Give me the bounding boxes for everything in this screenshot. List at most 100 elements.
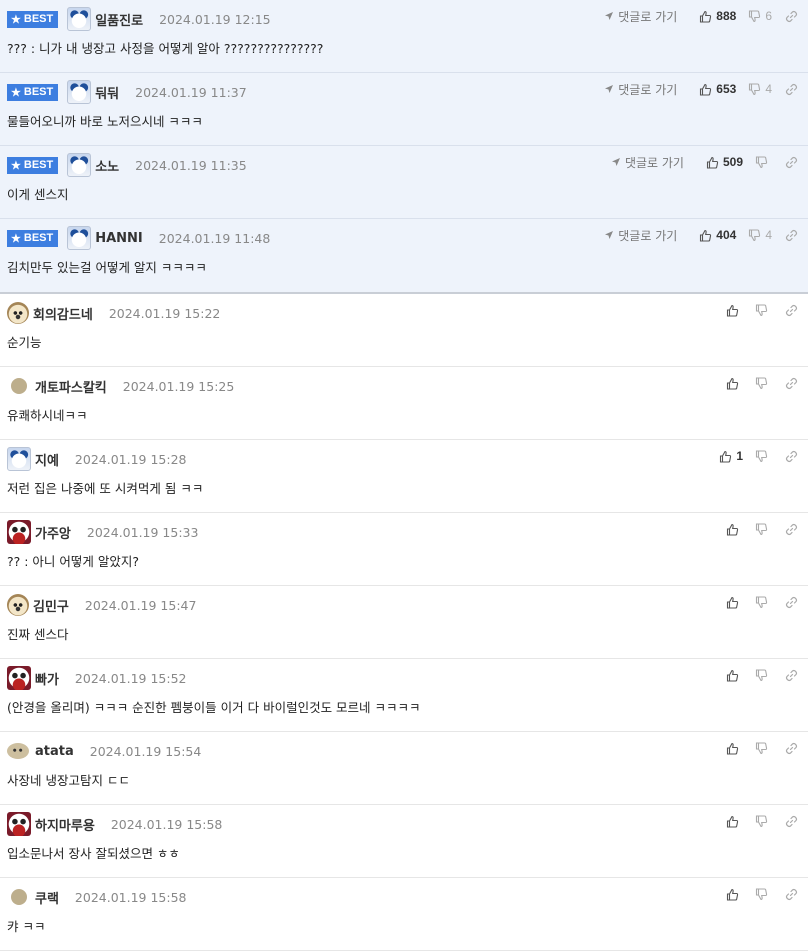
- comment-actions: 댓글로 가기 509: [611, 152, 798, 172]
- link-icon[interactable]: [785, 229, 798, 242]
- upvote-button[interactable]: [726, 888, 743, 901]
- downvote-button[interactable]: 4: [748, 228, 772, 242]
- avatar[interactable]: [7, 447, 31, 471]
- upvote-button[interactable]: 888: [699, 9, 736, 23]
- go-to-reply-label: 댓글로 가기: [624, 155, 684, 170]
- downvote-button[interactable]: [755, 449, 772, 463]
- upvote-button[interactable]: [726, 377, 743, 390]
- comment-text: 저런 집은 나중에 또 시켜먹게 됨 ㅋㅋ: [7, 481, 204, 496]
- downvote-count: 4: [765, 228, 772, 242]
- go-to-reply-link[interactable]: 댓글로 가기: [611, 154, 684, 171]
- downvote-button[interactable]: [755, 595, 772, 609]
- avatar[interactable]: [67, 153, 92, 177]
- thumbs-down-icon: [755, 155, 768, 168]
- upvote-button[interactable]: [726, 669, 743, 682]
- comment-actions: [714, 665, 798, 685]
- comment-date: 2024.01.19 11:48: [158, 230, 271, 246]
- avatar[interactable]: [7, 594, 29, 616]
- link-icon[interactable]: [785, 888, 798, 901]
- nickname[interactable]: 일품진로: [95, 10, 143, 29]
- link-icon[interactable]: [785, 304, 798, 317]
- thumbs-up-icon: [726, 596, 739, 609]
- avatar[interactable]: [7, 520, 31, 544]
- best-badge: ★ BEST: [7, 83, 59, 101]
- downvote-button[interactable]: [755, 887, 772, 901]
- comment-date: 2024.01.19 15:28: [74, 451, 187, 467]
- thumbs-down-icon: [755, 303, 768, 316]
- downvote-button[interactable]: [755, 741, 772, 755]
- avatar[interactable]: [67, 7, 92, 31]
- go-to-reply-link[interactable]: 댓글로 가기: [604, 227, 677, 244]
- link-icon[interactable]: [785, 742, 798, 755]
- upvote-button[interactable]: [726, 596, 743, 609]
- upvote-button[interactable]: 653: [699, 82, 736, 96]
- comment-text: 입소문나서 장사 잘되셨으면 ㅎㅎ: [7, 846, 180, 861]
- downvote-button[interactable]: [755, 668, 772, 682]
- avatar[interactable]: [11, 889, 27, 905]
- nickname[interactable]: 가주앙: [35, 523, 71, 542]
- comment-date: 2024.01.19 11:37: [135, 84, 247, 100]
- nickname[interactable]: 하지마루용: [35, 815, 95, 834]
- avatar[interactable]: [7, 743, 29, 759]
- nickname[interactable]: 빠가: [35, 669, 59, 688]
- link-icon[interactable]: [785, 815, 798, 828]
- thumbs-down-icon: [755, 449, 768, 462]
- comment-meta: ★ BEST HANNI 2024.01.19 11:48: [7, 226, 271, 250]
- nickname[interactable]: 회의감드네: [33, 304, 93, 323]
- downvote-button[interactable]: [755, 522, 772, 536]
- downvote-button[interactable]: [755, 303, 772, 317]
- best-badge: ★ BEST: [7, 156, 59, 174]
- comment-actions: [714, 519, 798, 539]
- comment-date: 2024.01.19 15:33: [86, 524, 199, 540]
- comment-item: ★ BEST 일품진로 2024.01.19 12:15 ??? : 니가 내 냉…: [0, 0, 808, 73]
- downvote-button[interactable]: [755, 376, 772, 390]
- downvote-button[interactable]: 6: [748, 9, 772, 23]
- avatar[interactable]: [67, 226, 92, 250]
- upvote-button[interactable]: [726, 815, 743, 828]
- send-arrow-icon: [605, 12, 614, 20]
- upvote-count: 404: [716, 228, 737, 242]
- downvote-button[interactable]: 4: [748, 82, 772, 96]
- upvote-button[interactable]: 509: [706, 155, 743, 169]
- nickname[interactable]: 김민구: [33, 596, 69, 615]
- comment-actions: 1: [707, 446, 798, 466]
- link-icon[interactable]: [785, 10, 798, 23]
- nickname[interactable]: HANNI: [95, 231, 143, 246]
- upvote-button[interactable]: 1: [719, 449, 743, 463]
- nickname[interactable]: 개토파스칼킥: [35, 377, 107, 396]
- nickname[interactable]: 쿠랙: [35, 888, 59, 907]
- link-icon[interactable]: [785, 156, 798, 169]
- thumbs-up-icon: [726, 523, 739, 536]
- link-icon[interactable]: [785, 669, 798, 682]
- comment-meta: 가주앙 2024.01.19 15:33: [7, 520, 199, 544]
- avatar[interactable]: [67, 80, 92, 104]
- upvote-button[interactable]: [726, 304, 743, 317]
- link-icon[interactable]: [785, 596, 798, 609]
- avatar[interactable]: [7, 666, 31, 690]
- star-icon: ★: [11, 232, 21, 245]
- link-icon[interactable]: [785, 450, 798, 463]
- downvote-button[interactable]: [755, 814, 772, 828]
- thumbs-down-icon: [755, 668, 768, 681]
- go-to-reply-link[interactable]: 댓글로 가기: [604, 81, 677, 98]
- comment-meta: atata 2024.01.19 15:54: [7, 741, 201, 761]
- nickname[interactable]: 소노: [95, 156, 119, 175]
- go-to-reply-link[interactable]: 댓글로 가기: [604, 8, 677, 25]
- avatar[interactable]: [11, 378, 27, 394]
- nickname[interactable]: 지예: [35, 450, 59, 469]
- upvote-button[interactable]: 404: [699, 228, 736, 242]
- link-icon[interactable]: [785, 523, 798, 536]
- best-badge: ★ BEST: [7, 10, 59, 28]
- upvote-button[interactable]: [726, 523, 743, 536]
- comment-text: 김치만두 있는걸 어떻게 알지 ㅋㅋㅋㅋ: [7, 260, 207, 275]
- downvote-count: 4: [765, 82, 772, 96]
- link-icon[interactable]: [785, 83, 798, 96]
- nickname[interactable]: 둬둬: [95, 83, 119, 102]
- avatar[interactable]: [7, 302, 29, 324]
- avatar[interactable]: [7, 812, 31, 836]
- link-icon[interactable]: [785, 377, 798, 390]
- nickname[interactable]: atata: [35, 744, 74, 759]
- upvote-button[interactable]: [726, 742, 743, 755]
- comment-meta: 김민구 2024.01.19 15:47: [7, 594, 196, 616]
- downvote-button[interactable]: [755, 155, 772, 169]
